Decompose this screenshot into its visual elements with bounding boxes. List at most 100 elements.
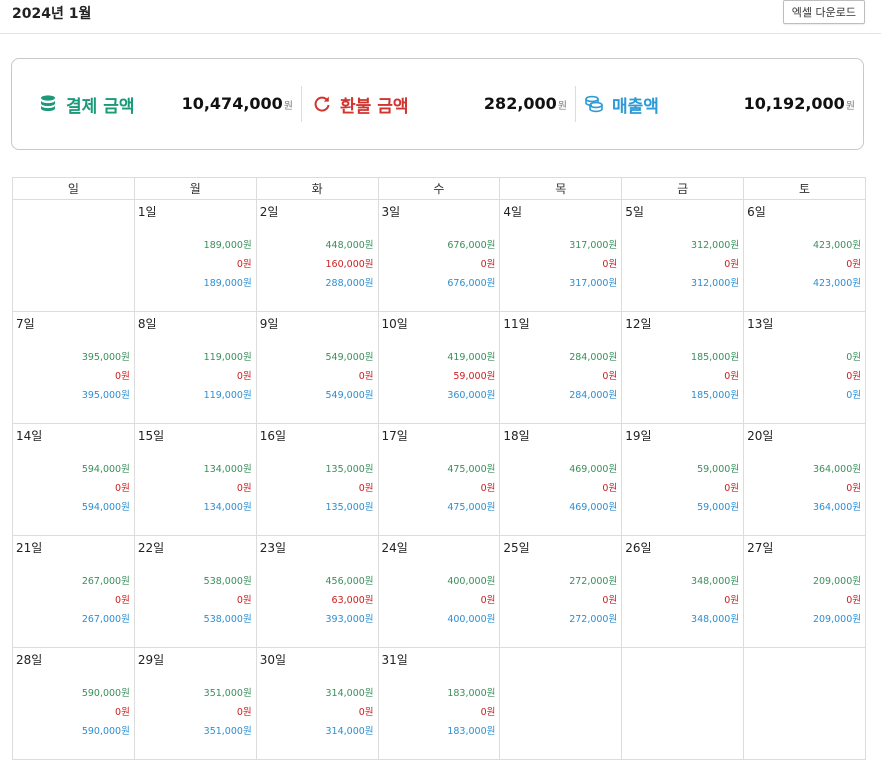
day-sales-amount: 423,000원 xyxy=(812,278,861,289)
day-payment-amount: 419,000원 xyxy=(447,352,496,363)
calendar-day-cell[interactable]: 21일 267,000원 0원 267,000원 xyxy=(12,535,135,648)
calendar-day-cell[interactable]: 24일 400,000원 0원 400,000원 xyxy=(377,535,501,648)
day-number: 3일 xyxy=(381,205,401,219)
calendar-day-cell[interactable]: 19일 59,000원 0원 59,000원 xyxy=(621,423,745,536)
day-payment-amount: 456,000원 xyxy=(325,576,374,587)
day-number: 10일 xyxy=(381,317,408,331)
day-payment-amount: 590,000원 xyxy=(81,688,130,699)
day-amounts: 267,000원 0원 267,000원 xyxy=(82,572,130,629)
day-sales-amount: 189,000원 xyxy=(203,278,252,289)
calendar-day-cell[interactable]: 23일 456,000원 63,000원 393,000원 xyxy=(255,535,379,648)
day-payment-amount: 183,000원 xyxy=(447,688,496,699)
day-amounts: 183,000원 0원 183,000원 xyxy=(447,684,495,741)
day-payment-amount: 676,000원 xyxy=(447,240,496,251)
excel-download-button[interactable]: 엑셀 다운로드 xyxy=(782,0,865,24)
day-sales-amount: 272,000원 xyxy=(569,614,618,625)
day-sales-amount: 284,000원 xyxy=(569,390,618,401)
calendar-day-cell[interactable]: 10일 419,000원 59,000원 360,000원 xyxy=(377,311,501,424)
day-number: 14일 xyxy=(16,429,43,443)
calendar-day-cell[interactable]: 7일 395,000원 0원 395,000원 xyxy=(12,311,135,424)
day-sales-amount: 288,000원 xyxy=(325,278,374,289)
calendar-day-cell[interactable]: 8일 119,000원 0원 119,000원 xyxy=(133,311,257,424)
calendar-day-cell[interactable]: 31일 183,000원 0원 183,000원 xyxy=(377,647,501,760)
day-refund-amount: 0원 xyxy=(846,595,861,606)
calendar-day-cell[interactable]: 11일 284,000원 0원 284,000원 xyxy=(499,311,623,424)
day-payment-amount: 314,000원 xyxy=(325,688,374,699)
calendar-day-cell[interactable]: 13일 0원 0원 0원 xyxy=(743,311,866,424)
calendar-day-cell[interactable]: 14일 594,000원 0원 594,000원 xyxy=(12,423,135,536)
day-refund-amount: 0원 xyxy=(724,259,740,270)
page-title: 2024년 1월 xyxy=(12,6,92,22)
day-number: 4일 xyxy=(503,205,523,219)
calendar-day-cell[interactable]: 1일 189,000원 0원 189,000원 xyxy=(133,199,257,312)
calendar-day-cell[interactable]: 22일 538,000원 0원 538,000원 xyxy=(133,535,257,648)
coins-icon xyxy=(585,95,603,113)
weekday-wed: 수 xyxy=(377,177,501,200)
calendar-day-cell[interactable]: 25일 272,000원 0원 272,000원 xyxy=(499,535,623,648)
day-amounts: 348,000원 0원 348,000원 xyxy=(691,572,739,629)
day-refund-amount: 0원 xyxy=(115,371,130,382)
day-number: 5일 xyxy=(625,205,644,219)
calendar-week-row: 1일 189,000원 0원 189,000원 2일 448,000원 160,000원 28… xyxy=(12,199,866,312)
weekday-thu: 목 xyxy=(499,177,623,200)
calendar-day-cell[interactable]: 15일 134,000원 0원 134,000원 xyxy=(133,423,257,536)
day-refund-amount: 0원 xyxy=(480,483,496,494)
day-sales-amount: 348,000원 xyxy=(691,614,740,625)
day-payment-amount: 594,000원 xyxy=(81,464,130,475)
day-sales-amount: 119,000원 xyxy=(203,390,252,401)
day-refund-amount: 0원 xyxy=(602,595,618,606)
calendar-day-cell[interactable]: 30일 314,000원 0원 314,000원 xyxy=(255,647,379,760)
calendar-day-cell[interactable]: 27일 209,000원 0원 209,000원 xyxy=(743,535,866,648)
day-amounts: 590,000원 0원 590,000원 xyxy=(82,684,130,741)
day-payment-amount: 0원 xyxy=(846,352,861,363)
day-sales-amount: 469,000원 xyxy=(569,502,618,513)
day-amounts: 209,000원 0원 209,000원 xyxy=(813,572,861,629)
day-sales-amount: 317,000원 xyxy=(569,278,618,289)
payment-label: 결제 금액 xyxy=(66,96,135,117)
calendar-week-row: 14일 594,000원 0원 594,000원 15일 134,000원 0원 134,00… xyxy=(12,423,866,536)
day-payment-amount: 351,000원 xyxy=(203,688,252,699)
day-sales-amount: 351,000원 xyxy=(203,726,252,737)
calendar-day-cell[interactable]: 2일 448,000원 160,000원 288,000원 xyxy=(255,199,379,312)
payment-value: 10,474,000원 xyxy=(181,94,293,113)
calendar-day-cell[interactable]: 17일 475,000원 0원 475,000원 xyxy=(377,423,501,536)
calendar-day-cell[interactable]: 6일 423,000원 0원 423,000원 xyxy=(743,199,866,312)
calendar-day-cell[interactable]: 29일 351,000원 0원 351,000원 xyxy=(133,647,257,760)
day-amounts: 423,000원 0원 423,000원 xyxy=(813,236,861,293)
day-payment-amount: 475,000원 xyxy=(447,464,496,475)
day-refund-amount: 0원 xyxy=(236,707,252,718)
calendar-day-cell[interactable]: 16일 135,000원 0원 135,000원 xyxy=(255,423,379,536)
day-amounts: 469,000원 0원 469,000원 xyxy=(569,460,617,517)
day-payment-amount: 189,000원 xyxy=(203,240,252,251)
calendar-day-cell[interactable]: 18일 469,000원 0원 469,000원 xyxy=(499,423,623,536)
day-payment-amount: 317,000원 xyxy=(569,240,618,251)
weekday-fri: 금 xyxy=(621,177,745,200)
summary-refund: 환불 금액 282,000원 xyxy=(302,86,576,122)
day-refund-amount: 0원 xyxy=(724,371,740,382)
day-amounts: 59,000원 0원 59,000원 xyxy=(697,460,739,517)
sales-value: 10,192,000원 xyxy=(743,94,855,113)
calendar-day-cell[interactable]: 26일 348,000원 0원 348,000원 xyxy=(621,535,745,648)
day-payment-amount: 348,000원 xyxy=(691,576,740,587)
day-amounts: 185,000원 0원 185,000원 xyxy=(691,348,739,405)
day-refund-amount: 0원 xyxy=(846,371,861,382)
calendar-day-cell[interactable]: 3일 676,000원 0원 676,000원 xyxy=(377,199,501,312)
refund-label: 환불 금액 xyxy=(340,96,409,117)
day-payment-amount: 538,000원 xyxy=(203,576,252,587)
day-sales-amount: 0원 xyxy=(846,390,861,401)
day-amounts: 312,000원 0원 312,000원 xyxy=(691,236,739,293)
day-sales-amount: 395,000원 xyxy=(81,390,130,401)
day-sales-amount: 134,000원 xyxy=(203,502,252,513)
calendar-day-cell[interactable]: 20일 364,000원 0원 364,000원 xyxy=(743,423,866,536)
day-amounts: 0원 0원 0원 xyxy=(846,348,861,405)
refund-value: 282,000원 xyxy=(483,94,567,113)
day-payment-amount: 364,000원 xyxy=(812,464,861,475)
calendar-day-cell[interactable]: 4일 317,000원 0원 317,000원 xyxy=(499,199,623,312)
calendar-day-cell[interactable]: 5일 312,000원 0원 312,000원 xyxy=(621,199,745,312)
calendar-day-cell[interactable]: 12일 185,000원 0원 185,000원 xyxy=(621,311,745,424)
calendar-day-cell[interactable]: 28일 590,000원 0원 590,000원 xyxy=(12,647,135,760)
day-number: 15일 xyxy=(137,429,165,443)
calendar-day-cell[interactable]: 9일 549,000원 0원 549,000원 xyxy=(255,311,379,424)
top-bar: 2024년 1월 엑셀 다운로드 xyxy=(0,0,881,34)
day-number: 20일 xyxy=(747,429,774,443)
